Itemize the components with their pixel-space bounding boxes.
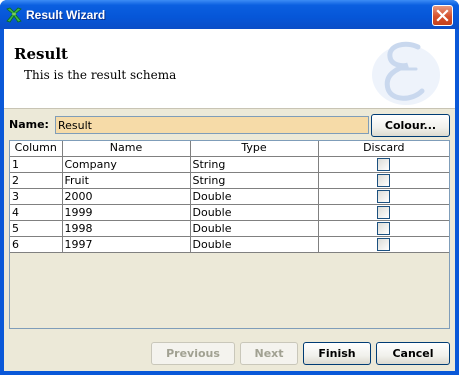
table-row[interactable]: 5 1998 Double — [10, 219, 449, 237]
column-cell[interactable]: 3 — [10, 187, 63, 205]
type-cell[interactable]: String — [189, 155, 319, 173]
close-button[interactable] — [432, 5, 453, 26]
previous-button[interactable]: Previous — [151, 342, 235, 365]
name-label: Name: — [9, 118, 49, 131]
finish-button[interactable]: Finish — [303, 342, 371, 365]
column-cell[interactable]: 2 — [10, 171, 63, 189]
app-icon — [6, 7, 22, 23]
column-header[interactable]: Column — [10, 141, 63, 157]
name-cell[interactable]: 2000 — [61, 187, 191, 205]
page-title: Result — [14, 45, 68, 63]
title-bar[interactable]: Result Wizard — [0, 0, 459, 29]
type-cell[interactable]: Double — [189, 235, 319, 253]
table-header-row: Column Name Type Discard — [10, 141, 449, 157]
column-header[interactable]: Name — [61, 141, 191, 157]
name-input[interactable] — [55, 116, 369, 134]
column-cell[interactable]: 4 — [10, 203, 63, 221]
type-cell[interactable]: Double — [189, 203, 319, 221]
window-title: Result Wizard — [26, 8, 106, 22]
column-header[interactable]: Type — [189, 141, 319, 157]
discard-checkbox[interactable] — [377, 237, 391, 251]
column-cell[interactable]: 6 — [10, 235, 63, 253]
wizard-logo-icon — [366, 35, 446, 108]
discard-checkbox[interactable] — [377, 173, 391, 187]
name-cell[interactable]: 1997 — [61, 235, 191, 253]
name-cell[interactable]: Company — [61, 155, 191, 173]
dialog-body: Result This is the result schema Name: C… — [4, 29, 455, 371]
type-cell[interactable]: Double — [189, 219, 319, 237]
table-row[interactable]: 2 Fruit String — [10, 171, 449, 189]
page-subtitle: This is the result schema — [24, 68, 177, 82]
colour-button[interactable]: Colour... — [371, 114, 450, 137]
discard-checkbox[interactable] — [377, 189, 391, 203]
close-icon — [436, 9, 449, 22]
cancel-button[interactable]: Cancel — [376, 342, 450, 365]
wizard-header: Result This is the result schema — [4, 29, 455, 109]
dialog-window: Result Wizard Result This is the result … — [0, 0, 459, 375]
column-cell[interactable]: 1 — [10, 155, 63, 173]
column-header[interactable]: Discard — [317, 141, 449, 157]
type-cell[interactable]: Double — [189, 187, 319, 205]
type-cell[interactable]: String — [189, 171, 319, 189]
table-row[interactable]: 4 1999 Double — [10, 203, 449, 221]
schema-table: Column Name Type Discard 1 Company Strin… — [9, 140, 450, 329]
discard-checkbox[interactable] — [377, 205, 391, 219]
table-row[interactable]: 6 1997 Double — [10, 235, 449, 253]
name-cell[interactable]: Fruit — [61, 171, 191, 189]
table-row[interactable]: 1 Company String — [10, 155, 449, 173]
table-row[interactable]: 3 2000 Double — [10, 187, 449, 205]
column-cell[interactable]: 5 — [10, 219, 63, 237]
next-button[interactable]: Next — [240, 342, 298, 365]
name-cell[interactable]: 1998 — [61, 219, 191, 237]
discard-checkbox[interactable] — [377, 157, 391, 171]
discard-checkbox[interactable] — [377, 221, 391, 235]
name-cell[interactable]: 1999 — [61, 203, 191, 221]
